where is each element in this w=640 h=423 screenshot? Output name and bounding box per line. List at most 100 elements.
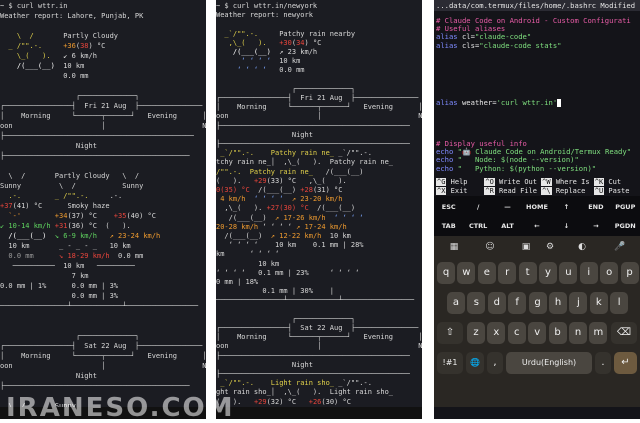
settings-icon[interactable]: ⚙ (540, 239, 560, 255)
extra-key-pgdn[interactable]: PGDN (611, 217, 640, 235)
terminal-text: 10 km (279, 57, 300, 65)
space-key[interactable]: Urdu(English) (506, 352, 592, 374)
key-q[interactable]: q (437, 262, 455, 284)
key-c[interactable]: c (508, 322, 526, 344)
shortcut-key[interactable]: ^X (436, 187, 446, 195)
editor-text: weather= (462, 98, 497, 107)
terminal-text: 10 km _ - _ - _ (0, 242, 110, 250)
key-w[interactable]: w (457, 262, 475, 284)
enter-key[interactable]: ↵ (614, 352, 637, 374)
extra-key-←[interactable]: ← (522, 217, 551, 235)
backspace-key[interactable]: ⌫ (611, 322, 637, 344)
terminal-line: 0.0 mm ↘ 18-29 km/h 0.0 mm (0, 252, 143, 260)
key-e[interactable]: e (478, 262, 496, 284)
key-b[interactable]: b (549, 322, 567, 344)
key-u[interactable]: u (559, 262, 577, 284)
terminal-line: oon │ N (216, 112, 422, 120)
terminal-line: `-' +34(37) °C +35(40) °C (0, 212, 156, 220)
shortcut-key[interactable]: ^K (594, 178, 604, 186)
key-t[interactable]: t (519, 262, 537, 284)
key-n[interactable]: n (569, 322, 587, 344)
extra-key-tab[interactable]: TAB (434, 217, 463, 235)
key-a[interactable]: a (447, 292, 465, 314)
editor-text: cls= (462, 41, 479, 50)
terminal-text: ↙ 10-14 km/h (0, 222, 55, 230)
key-s[interactable]: s (467, 292, 485, 314)
period-key[interactable]: . (595, 352, 611, 374)
extra-key-end[interactable]: END (581, 198, 610, 216)
key-l[interactable]: l (610, 292, 628, 314)
key-m[interactable]: m (589, 322, 607, 344)
termux-extra-keys: ESC/—HOME↑ENDPGUP TABCTRLALT←↓→PGDN (434, 196, 640, 236)
terminal-line: _`/"".-. Patchy rain ne_ _`/"".-. (216, 149, 372, 157)
terminal-line: oon │ N (0, 122, 206, 130)
extra-key-↓[interactable]: ↓ (552, 217, 581, 235)
terminal-line: ┌────────────────┤ Fri 21 Aug ├─────────… (0, 102, 202, 110)
key-v[interactable]: v (528, 322, 546, 344)
key-g[interactable]: g (529, 292, 547, 314)
numbers-key[interactable]: !#1 (437, 352, 463, 374)
shift-key[interactable]: ⇧ (437, 322, 463, 344)
terminal-text: │ Morning └──────┬──────┘ Evening │ (0, 352, 206, 360)
terminal-text: 10 km (321, 232, 351, 240)
terminal-line: ┌─────────────┐ (0, 92, 139, 100)
shortcut-key[interactable]: ^\ (541, 187, 551, 195)
key-z[interactable]: z (467, 322, 485, 344)
shortcut-key[interactable]: ^R (484, 187, 494, 195)
shortcut-key[interactable]: ^G (436, 178, 446, 186)
terminal-text: ┌─────────────┐ (0, 92, 139, 100)
terminal-text: ┌────────────────┤ Sat 22 Aug ├─────────… (216, 324, 418, 332)
comma-key[interactable]: , (487, 352, 503, 374)
shortcut-key[interactable]: ^O (484, 178, 494, 186)
extra-key-alt[interactable]: ALT (493, 217, 522, 235)
terminal-line: /"".-. Patchy rain ne_ /(___(__) (216, 168, 364, 176)
terminal-text: 38 (80, 42, 88, 50)
shortcut-key[interactable]: ^U (594, 187, 604, 195)
language-globe-key[interactable]: 🌐 (466, 352, 484, 374)
terminal-text: km ‘ ‘ ‘ ‘ (216, 250, 279, 258)
shortcut-label: Paste (604, 187, 629, 195)
key-y[interactable]: y (539, 262, 557, 284)
key-f[interactable]: f (508, 292, 526, 314)
terminal-line: ├───────────────────────────────────────… (0, 382, 190, 390)
terminal-text: 0.0 mm (0, 72, 89, 80)
terminal-line: │ Morning └──────┬──────┘ Evening │ (0, 352, 206, 360)
extra-key-esc[interactable]: ESC (434, 198, 463, 216)
extra-key-home[interactable]: HOME (522, 198, 551, 216)
extra-key-↑[interactable]: ↑ (552, 198, 581, 216)
terminal-text: ( ). (105, 222, 130, 230)
editor-text-area[interactable]: # Claude Code on Android - Custom Config… (436, 16, 640, 176)
extra-key-—[interactable]: — (493, 198, 522, 216)
terminal-line: ~ $ curl wttr.in/newyork (216, 2, 317, 10)
shortcut-key[interactable]: ^W (541, 178, 551, 186)
terminal-text: 0(35) °C (216, 186, 250, 194)
gif-icon[interactable]: ▣ (516, 239, 536, 255)
keyboard-grid-icon[interactable]: ▦ (444, 239, 464, 255)
extra-key-/[interactable]: / (463, 198, 492, 216)
key-o[interactable]: o (600, 262, 618, 284)
editor-title: ...data/com.termux/files/home/.bashrc Mo… (436, 1, 635, 10)
key-p[interactable]: p (621, 262, 639, 284)
key-h[interactable]: h (549, 292, 567, 314)
android-nav-bar (216, 407, 422, 419)
microphone-icon[interactable]: 🎤 (610, 239, 630, 255)
key-j[interactable]: j (569, 292, 587, 314)
key-i[interactable]: i (580, 262, 598, 284)
palette-icon[interactable]: ◐ (572, 239, 592, 255)
terminal-text: ────────────────┴────────────┴──────────… (216, 296, 414, 304)
key-d[interactable]: d (488, 292, 506, 314)
terminal-text: 20-28 km/h (216, 223, 258, 231)
sticker-icon[interactable]: ☺ (480, 239, 500, 255)
key-x[interactable]: x (487, 322, 505, 344)
key-k[interactable]: k (590, 292, 608, 314)
key-r[interactable]: r (498, 262, 516, 284)
terminal-text: 0.0 mm (110, 252, 144, 260)
editor-line: echo " Python: $(python --version)" (436, 164, 596, 173)
terminal-line: _`/"".-. Light rain sho_ _`/"".-. (216, 379, 372, 387)
terminal-text: _`/"".-. (338, 379, 372, 387)
extra-key-→[interactable]: → (581, 217, 610, 235)
extra-key-pgup[interactable]: PGUP (611, 198, 640, 216)
terminal-text: ↗ 23-24 km/h (110, 232, 161, 240)
extra-key-ctrl[interactable]: CTRL (463, 217, 492, 235)
shortcut-label: Where Is (552, 178, 594, 186)
